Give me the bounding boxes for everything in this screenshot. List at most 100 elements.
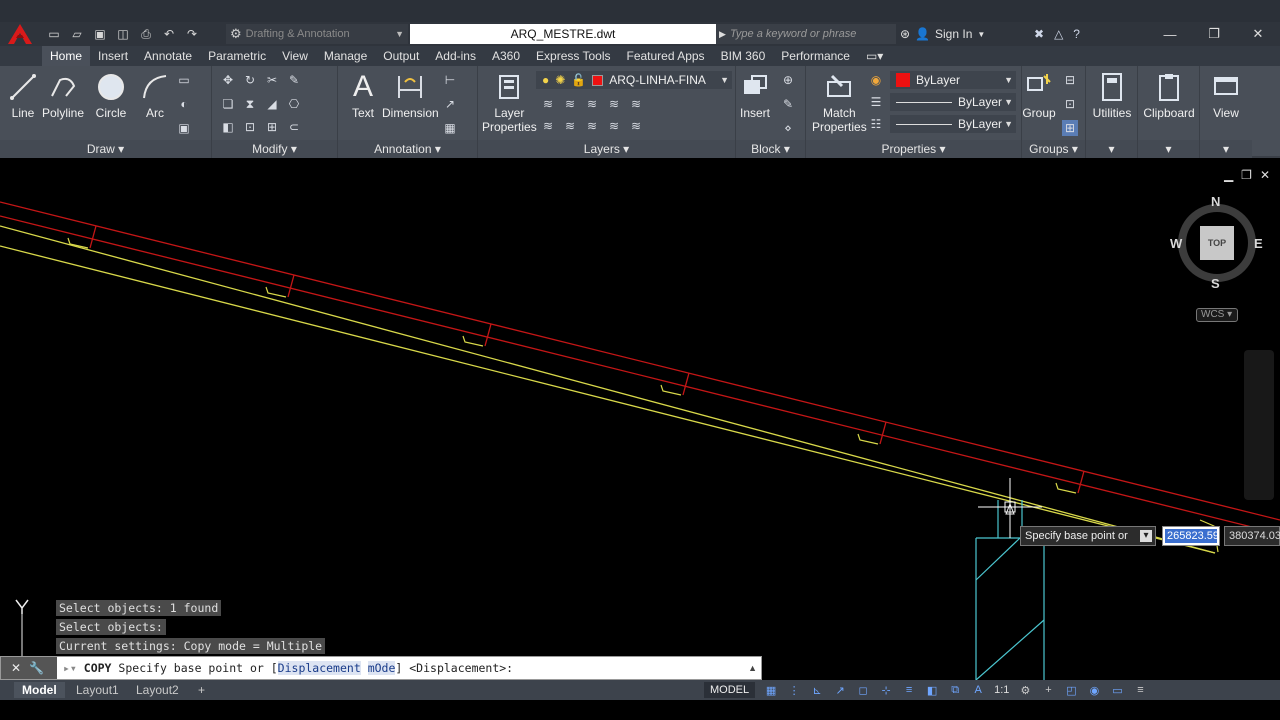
tab-a360[interactable]: A360 [484, 46, 528, 66]
navigation-bar[interactable] [1244, 350, 1274, 500]
layer-lock-icon[interactable]: ≋ [606, 96, 622, 112]
plus-icon[interactable]: + [1041, 683, 1055, 697]
tab-view[interactable]: View [274, 46, 316, 66]
workspace-gear-icon[interactable]: ⚙ [1018, 683, 1032, 697]
linear-dim-icon[interactable]: ⊢ [442, 72, 458, 88]
edit-block-icon[interactable]: ✎ [780, 96, 796, 112]
isolate-objects-icon[interactable]: ◰ [1064, 683, 1078, 697]
save-as-icon[interactable]: ◫ [113, 25, 133, 43]
help-search-input[interactable]: ▶ Type a keyword or phrase [716, 24, 896, 44]
copy-icon[interactable]: ❏ [220, 96, 236, 112]
clipboard-panel-expand[interactable]: ▾ [1138, 140, 1199, 158]
chevron-up-icon[interactable]: ▲ [748, 663, 757, 673]
rectangle-icon[interactable]: ▭ [176, 72, 192, 88]
tab-model[interactable]: Model [14, 682, 65, 698]
model-space-button[interactable]: MODEL [704, 682, 756, 698]
view-panel-expand[interactable]: ▾ [1200, 140, 1252, 158]
polyline-button[interactable]: Polyline [42, 70, 84, 120]
osnap-icon[interactable]: ◻ [856, 683, 870, 697]
drawing-canvas[interactable]: ▁ ❐ ✕ TOP N S E W WCS ▾ Specify base poi… [0, 160, 1280, 680]
layer-unisolate-icon[interactable]: ≋ [562, 118, 578, 134]
help-icon[interactable]: ? [1073, 27, 1080, 41]
tab-manage[interactable]: Manage [316, 46, 375, 66]
exchange-icon[interactable]: ✖ [1034, 27, 1044, 41]
command-prompt[interactable]: ▸▾ COPY Specify base point or [Displacem… [57, 661, 761, 675]
hatch-icon[interactable]: ◐ [176, 96, 192, 112]
otrack-icon[interactable]: ⊹ [879, 683, 893, 697]
block-panel-title[interactable]: Block ▾ [736, 140, 805, 158]
layer-current-icon[interactable]: ≋ [628, 118, 644, 134]
array-icon[interactable]: ⊞ [264, 119, 280, 135]
create-block-icon[interactable]: ⊕ [780, 72, 796, 88]
wcs-menu[interactable]: WCS ▾ [1196, 308, 1238, 322]
new-layout-button[interactable]: + [190, 682, 213, 698]
tab-featured-apps[interactable]: Featured Apps [619, 46, 713, 66]
minimize-icon[interactable]: — [1148, 22, 1192, 46]
groups-panel-title[interactable]: Groups ▾ [1022, 140, 1085, 158]
redo-icon[interactable]: ↷ [182, 25, 202, 43]
properties-panel-title[interactable]: Properties ▾ [806, 140, 1021, 158]
option-mode[interactable]: mOde [367, 661, 396, 675]
tab-add-ins[interactable]: Add-ins [427, 46, 484, 66]
linetype-dropdown[interactable]: ByLayer ▼ [890, 93, 1016, 111]
trim-icon[interactable]: ✂ [264, 72, 280, 88]
dynamic-input-y[interactable]: 380374.03 [1224, 526, 1280, 546]
layers-panel-title[interactable]: Layers ▾ [478, 140, 735, 158]
mirror-icon[interactable]: ⧗ [242, 96, 258, 112]
layer-dropdown[interactable]: ● ✺ 🔓 ARQ-LINHA-FINA ▼ [536, 71, 732, 89]
workspace-switcher[interactable]: ⚙ Drafting & Annotation ▼ [226, 24, 408, 44]
grid-icon[interactable]: ▦ [764, 683, 778, 697]
restore-icon[interactable]: ❐ [1192, 22, 1236, 46]
color-dropdown[interactable]: ByLayer ▼ [890, 71, 1016, 89]
tab-home[interactable]: Home [42, 46, 91, 66]
explode-icon[interactable]: ⎔ [286, 96, 302, 112]
table-icon[interactable]: ▦ [442, 120, 458, 136]
offset-icon[interactable]: ⊂ [286, 119, 302, 135]
rotate-icon[interactable]: ↻ [242, 72, 258, 88]
annotation-scale[interactable]: 1:1 [994, 684, 1009, 696]
annotation-visibility-icon[interactable]: A [971, 683, 985, 697]
scale-icon[interactable]: ⊡ [242, 119, 258, 135]
tab-layout2[interactable]: Layout2 [128, 682, 187, 698]
new-file-icon[interactable]: ▭ [44, 25, 64, 43]
annotation-panel-title[interactable]: Annotation ▾ [338, 140, 477, 158]
save-icon[interactable]: ▣ [90, 25, 110, 43]
group-button[interactable]: Group [1022, 70, 1056, 120]
more-tabs-button[interactable]: ▭▾ [858, 46, 891, 66]
layer-off-icon[interactable]: ≋ [540, 96, 556, 112]
leader-icon[interactable]: ↗ [442, 96, 458, 112]
dynamic-input-x[interactable]: 265823.59 [1162, 526, 1220, 546]
utilities-panel-expand[interactable]: ▾ [1086, 140, 1137, 158]
layer-thaw-icon[interactable]: ≋ [584, 118, 600, 134]
application-menu-button[interactable] [0, 22, 40, 46]
lineweight-dropdown[interactable]: ByLayer ▼ [890, 115, 1016, 133]
tab-output[interactable]: Output [375, 46, 427, 66]
tab-insert[interactable]: Insert [90, 46, 136, 66]
close-viewport-icon[interactable]: ✕ [1260, 168, 1270, 182]
line-button[interactable]: Line [6, 70, 40, 120]
command-line[interactable]: ✕ 🔧 ▸▾ COPY Specify base point or [Displ… [0, 656, 762, 680]
dimension-button[interactable]: Dimension [382, 70, 439, 120]
tab-express-tools[interactable]: Express Tools [528, 46, 618, 66]
tab-bim-360[interactable]: BIM 360 [713, 46, 774, 66]
utilities-button[interactable]: Utilities [1086, 70, 1138, 120]
sign-in-button[interactable]: ⊛ 👤 Sign In ▼ [900, 24, 985, 44]
autodesk-app-icon[interactable]: △ [1054, 27, 1063, 41]
viewcube[interactable]: TOP N S E W [1170, 194, 1263, 296]
layer-properties-button[interactable]: Layer Properties [482, 70, 537, 134]
viewcube-face[interactable]: TOP [1200, 226, 1234, 260]
circle-button[interactable]: Circle [94, 70, 128, 120]
lineweight-toggle-icon[interactable]: ≡ [902, 683, 916, 697]
modify-panel-title[interactable]: Modify ▾ [212, 140, 337, 158]
view-button[interactable]: View [1200, 70, 1252, 120]
clipboard-button[interactable]: Clipboard [1138, 70, 1200, 120]
layer-freeze-icon[interactable]: ≋ [584, 96, 600, 112]
draw-panel-title[interactable]: Draw ▾ [0, 140, 211, 158]
tab-layout1[interactable]: Layout1 [68, 682, 127, 698]
layer-match-icon[interactable]: ≋ [628, 96, 644, 112]
snap-icon[interactable]: ⋮ [787, 683, 801, 697]
match-properties-button[interactable]: Match Properties [812, 70, 867, 134]
move-icon[interactable]: ✥ [220, 72, 236, 88]
tab-annotate[interactable]: Annotate [136, 46, 200, 66]
attribute-icon[interactable]: ⋄ [780, 120, 796, 136]
